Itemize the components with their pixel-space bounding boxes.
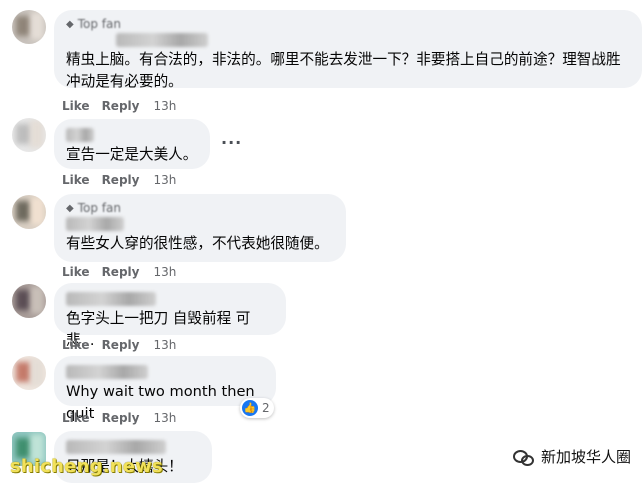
reaction-summary[interactable]: 👍 2: [240, 398, 274, 418]
comment-bubble: 宣告一定是大美人。: [54, 119, 210, 169]
more-options-icon[interactable]: ···: [221, 133, 242, 152]
reply-button[interactable]: Reply: [102, 173, 140, 187]
like-button[interactable]: Like: [62, 265, 90, 279]
top-fan-badge: ◆ Top fan: [66, 201, 121, 215]
reaction-count: 2: [262, 401, 270, 415]
comment-text: 宣告一定是大美人。: [66, 146, 198, 163]
commenter-name[interactable]: [116, 33, 208, 47]
like-button[interactable]: Like: [62, 411, 90, 425]
like-button[interactable]: Like: [62, 173, 90, 187]
wechat-icon: [512, 448, 535, 466]
comment-actions: Like Reply 13h: [62, 410, 176, 426]
commenter-name[interactable]: [66, 440, 166, 454]
like-button[interactable]: Like: [62, 338, 90, 352]
wechat-account-name: 新加坡华人圈: [540, 448, 631, 466]
avatar[interactable]: [12, 356, 46, 390]
timestamp[interactable]: 13h: [153, 338, 176, 352]
thumbs-up-icon: 👍: [242, 400, 258, 416]
comment-text: 有些女人穿的很性感，不代表她很随便。: [66, 235, 329, 252]
reply-button[interactable]: Reply: [102, 411, 140, 425]
top-fan-badge: ◆ Top fan: [66, 17, 121, 31]
diamond-icon: ◆: [66, 202, 74, 214]
timestamp[interactable]: 13h: [153, 265, 176, 279]
commenter-name[interactable]: [66, 217, 124, 231]
avatar[interactable]: [12, 10, 46, 44]
reply-button[interactable]: Reply: [102, 338, 140, 352]
reply-button[interactable]: Reply: [102, 265, 140, 279]
comment-bubble: ◆ Top fan 精虫上脑。有合法的，非法的。哪里不能去发泄一下？非要搭上自己…: [54, 10, 642, 90]
comment-actions: Like Reply 13h: [62, 172, 176, 188]
commenter-name[interactable]: [66, 128, 94, 142]
avatar[interactable]: [12, 118, 46, 152]
comment-bubble: 色字头上一把刀 自毁前程 可悲...: [54, 283, 286, 349]
reply-button[interactable]: Reply: [102, 99, 140, 113]
like-button[interactable]: Like: [62, 99, 90, 113]
comment-text: 精虫上脑。有合法的，非法的。哪里不能去发泄一下？非要搭上自己的前途？理智战胜 冲…: [66, 51, 621, 90]
comment-actions: Like Reply 13h: [62, 98, 176, 114]
commenter-name[interactable]: [66, 292, 156, 306]
avatar[interactable]: [12, 195, 46, 229]
avatar[interactable]: [12, 284, 46, 318]
timestamp[interactable]: 13h: [153, 411, 176, 425]
comment-bubble: ◆ Top fan 有些女人穿的很性感，不代表她很随便。: [54, 194, 346, 262]
diamond-icon: ◆: [66, 18, 74, 30]
comment-actions: Like Reply 13h: [62, 264, 176, 280]
timestamp[interactable]: 13h: [153, 99, 176, 113]
commenter-name[interactable]: [66, 365, 148, 379]
watermark: shicheng.news: [10, 456, 163, 477]
timestamp[interactable]: 13h: [153, 173, 176, 187]
wechat-account-watermark: 新加坡华人圈: [512, 446, 631, 467]
comment-actions: Like Reply 13h: [62, 337, 176, 353]
comment-bubble: Why wait two month then quit: [54, 356, 276, 422]
